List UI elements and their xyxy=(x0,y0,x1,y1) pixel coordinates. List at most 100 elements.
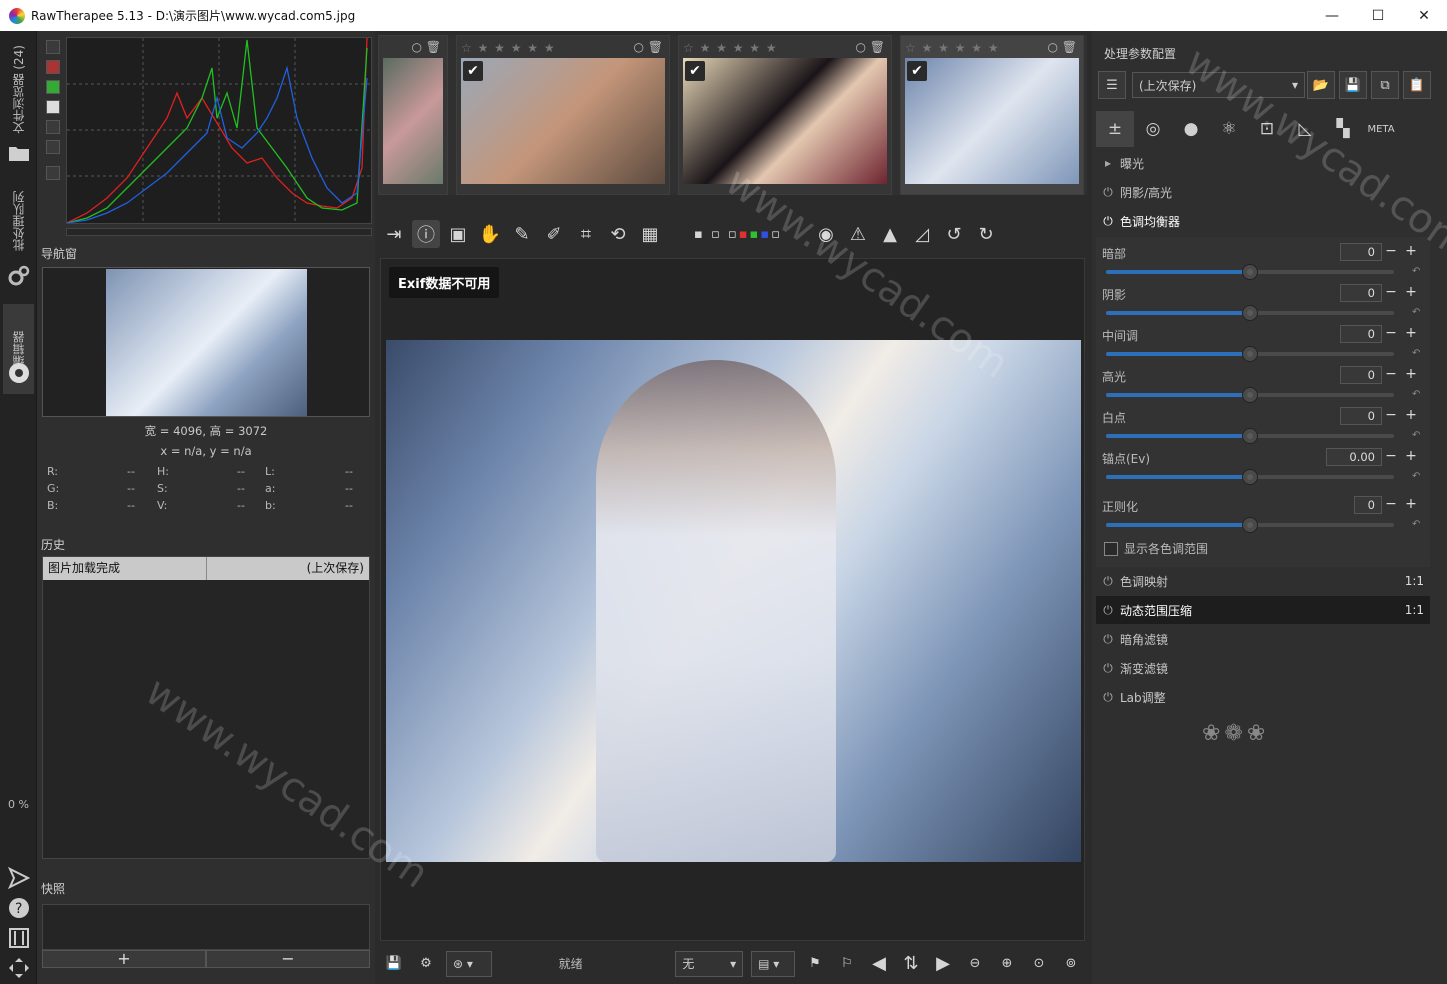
queue-gear-icon[interactable]: ⚙ xyxy=(412,950,440,978)
slider-value-input[interactable]: 0 xyxy=(1340,243,1382,261)
checkmark-icon[interactable]: ✔ xyxy=(463,61,483,81)
profile-list-icon[interactable]: ☰ xyxy=(1098,71,1126,99)
tab-color[interactable]: ● xyxy=(1172,111,1210,147)
crop-icon[interactable]: ⌗ xyxy=(572,220,600,248)
open-profile-icon[interactable]: 📂 xyxy=(1307,71,1335,99)
power-icon[interactable]: ⏻ xyxy=(1096,690,1120,705)
slider-value-input[interactable]: 0.00 xyxy=(1326,448,1382,466)
increment-button[interactable]: + xyxy=(1403,448,1419,466)
reset-icon[interactable]: ↶ xyxy=(1412,348,1420,359)
tool-dynamic-range-compression[interactable]: ⏻ 动态范围压缩 1:1 xyxy=(1096,596,1430,624)
flag-icon[interactable]: ⚐ xyxy=(833,950,861,978)
main-image[interactable] xyxy=(386,340,1081,862)
increment-button[interactable]: + xyxy=(1403,407,1419,425)
film-rating[interactable]: ☆ ★ ★ ★ ★ ★ xyxy=(461,41,556,55)
increment-button[interactable]: + xyxy=(1403,496,1419,514)
decrement-button[interactable]: − xyxy=(1383,448,1399,466)
histogram-toggle-icon[interactable]: ◿ xyxy=(908,220,936,248)
slider-value-input[interactable]: 0 xyxy=(1340,407,1382,425)
rotate-right-icon[interactable]: ↻ xyxy=(972,220,1000,248)
reset-icon[interactable]: ↶ xyxy=(1412,471,1420,482)
paste-profile-icon[interactable]: 📋 xyxy=(1403,71,1431,99)
tab-transform[interactable]: ⊡ xyxy=(1248,111,1286,147)
warning-filled-icon[interactable]: ▲ xyxy=(876,220,904,248)
histogram-bar-toggle-icon[interactable] xyxy=(46,166,60,180)
film-thumb[interactable]: ○ 🗑 xyxy=(378,35,448,195)
tool-shadows-highlights[interactable]: ⏻ 阴影/高光 xyxy=(1096,178,1430,206)
preferences-sliders-icon[interactable] xyxy=(7,926,31,950)
film-trash-icon[interactable]: ○ 🗑 xyxy=(633,40,663,54)
show-ranges-checkbox[interactable] xyxy=(1104,541,1118,556)
decrement-button[interactable]: − xyxy=(1383,284,1399,302)
slider-knob[interactable] xyxy=(1242,387,1258,403)
tag-icon[interactable]: ⚑ xyxy=(801,950,829,978)
before-after-icon[interactable]: ▣ xyxy=(444,220,472,248)
tool-lab-adjustments[interactable]: ⏻ Lab调整 xyxy=(1096,683,1430,711)
layout-combo[interactable]: ▤ ▾ xyxy=(751,950,795,977)
film-thumb-selected[interactable]: ☆ ★ ★ ★ ★ ★ ○ 🗑 ✔ xyxy=(900,35,1084,195)
remove-snapshot-button[interactable]: − xyxy=(206,950,370,968)
increment-button[interactable]: + xyxy=(1403,284,1419,302)
histogram-red-toggle-icon[interactable] xyxy=(46,60,60,74)
film-rating[interactable]: ☆ ★ ★ ★ ★ ★ xyxy=(905,41,1000,55)
warning-icon[interactable]: ⚠ xyxy=(844,220,872,248)
close-icon[interactable]: ✕ xyxy=(1401,0,1447,31)
send-icon[interactable] xyxy=(7,866,31,890)
histogram-green-toggle-icon[interactable] xyxy=(46,80,60,94)
film-trash-icon[interactable]: ○ 🗑 xyxy=(411,40,441,54)
table-row[interactable]: 图片加载完成 (上次保存) xyxy=(43,557,369,580)
reset-icon[interactable]: ↶ xyxy=(1412,430,1420,441)
slider-knob[interactable] xyxy=(1242,305,1258,321)
histogram-chroma-toggle-icon[interactable] xyxy=(46,120,60,134)
power-icon[interactable]: ⏻ xyxy=(1096,661,1120,676)
info-icon[interactable]: ⓘ xyxy=(412,220,440,248)
slider-knob[interactable] xyxy=(1242,264,1258,280)
previous-image-icon[interactable]: ◀ xyxy=(865,950,893,978)
add-snapshot-button[interactable]: + xyxy=(42,950,206,968)
slider-knob[interactable] xyxy=(1242,469,1258,485)
film-rating[interactable]: ☆ ★ ★ ★ ★ ★ xyxy=(683,41,778,55)
decrement-button[interactable]: − xyxy=(1383,243,1399,261)
zoom-fit-icon[interactable]: ⊙ xyxy=(1025,950,1053,978)
tool-exposure[interactable]: ▸ 曝光 xyxy=(1096,149,1430,177)
film-thumb[interactable]: ☆ ★ ★ ★ ★ ★ ○ 🗑 ✔ xyxy=(678,35,892,195)
thumbnail-image[interactable] xyxy=(683,58,887,184)
thumbnail-image[interactable] xyxy=(383,58,443,184)
slider-knob[interactable] xyxy=(1242,428,1258,444)
zoom-select[interactable]: 无 ▾ xyxy=(675,950,744,977)
tool-tone-equalizer[interactable]: ⏻ 色调均衡器 xyxy=(1096,207,1430,235)
reset-icon[interactable]: ↶ xyxy=(1412,307,1420,318)
increment-button[interactable]: + xyxy=(1403,366,1419,384)
zoom-in-icon[interactable]: ⊕ xyxy=(993,950,1021,978)
slider-value-input[interactable]: 0 xyxy=(1354,496,1382,514)
reset-icon[interactable]: ↶ xyxy=(1412,519,1420,530)
help-icon[interactable]: ? xyxy=(7,896,31,920)
decrement-button[interactable]: − xyxy=(1383,496,1399,514)
navigator-box[interactable] xyxy=(42,267,370,417)
thumbnail-image[interactable] xyxy=(905,58,1079,184)
navigator-thumbnail[interactable] xyxy=(106,269,307,416)
sync-image-icon[interactable]: ⇅ xyxy=(897,950,925,978)
focus-mask-icon[interactable]: ◉ xyxy=(812,220,840,248)
color-picker-icon[interactable]: ✐ xyxy=(540,220,568,248)
aperture-icon[interactable] xyxy=(7,361,31,385)
reset-icon[interactable]: ↶ xyxy=(1412,389,1420,400)
reset-icon[interactable]: ↶ xyxy=(1412,266,1420,277)
checkmark-icon[interactable]: ✔ xyxy=(907,61,927,81)
white-balance-picker-icon[interactable]: ✎ xyxy=(508,220,536,248)
copy-profile-icon[interactable]: ⧉ xyxy=(1371,71,1399,99)
thumbnail-image[interactable] xyxy=(461,58,665,184)
hand-tool-icon[interactable]: ✋ xyxy=(476,220,504,248)
power-icon[interactable]: ⏻ xyxy=(1096,603,1120,618)
tool-tone-mapping[interactable]: ⏻ 色调映射 1:1 xyxy=(1096,567,1430,595)
save-profile-icon[interactable]: 💾 xyxy=(1339,71,1367,99)
tab-raw[interactable]: ◺ xyxy=(1286,111,1324,147)
decrement-button[interactable]: − xyxy=(1383,366,1399,384)
decrement-button[interactable]: − xyxy=(1383,407,1399,425)
decrement-button[interactable]: − xyxy=(1383,325,1399,343)
histogram-luminance-toggle-icon[interactable] xyxy=(46,100,60,114)
editor-send-combo[interactable]: ⊛ ▾ xyxy=(446,950,492,977)
film-trash-icon[interactable]: ○ 🗑 xyxy=(1047,40,1077,54)
preview-channel-icons[interactable]: ▪ ▫ ▫ ▪ ▪ ▪ ▫ xyxy=(668,220,808,248)
next-image-icon[interactable]: ▶ xyxy=(929,950,957,978)
